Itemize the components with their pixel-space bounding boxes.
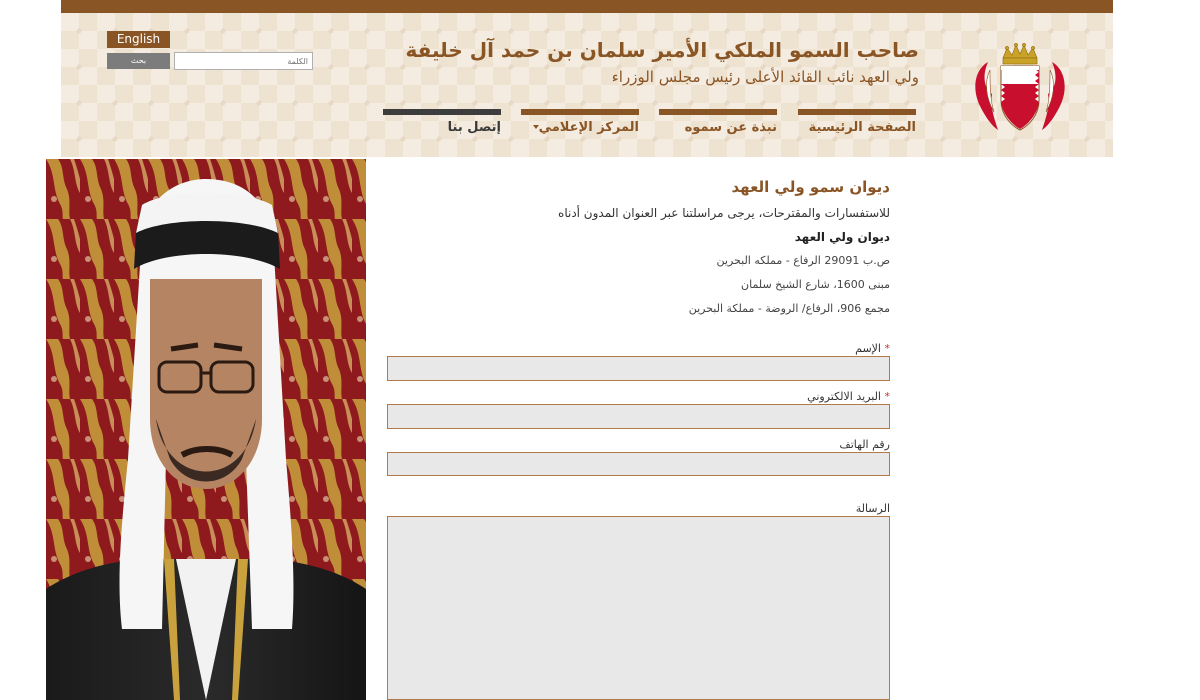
nav-media-center[interactable]: المركز الإعلامي xyxy=(521,109,639,141)
message-label: الرسالة xyxy=(856,502,890,515)
search-button[interactable]: بحث xyxy=(107,53,170,69)
contact-block: مجمع 906، الرفاع/ الروضة - مملكة البحرين xyxy=(688,302,890,315)
nav-about[interactable]: نبذة عن سموه xyxy=(659,109,777,141)
english-language-button[interactable]: English xyxy=(107,31,170,48)
page-title: صاحب السمو الملكي الأمير سلمان بن حمد آل… xyxy=(405,38,919,62)
nav-bar xyxy=(798,109,916,115)
nav-media-center-label: المركز الإعلامي xyxy=(538,120,639,135)
email-label-text: البريد الالكتروني xyxy=(807,390,881,403)
message-textarea[interactable] xyxy=(387,516,890,700)
contact-heading: ديوان سمو ولي العهد xyxy=(731,178,891,196)
nav-home[interactable]: الصفحة الرئيسية xyxy=(798,109,916,141)
page-subtitle: ولي العهد نائب القائد الأعلى رئيس مجلس ا… xyxy=(611,68,919,86)
phone-field[interactable] xyxy=(387,452,890,476)
required-marker: * xyxy=(884,390,891,403)
portrait-photo xyxy=(46,159,366,700)
contact-po-box: ص.ب 29091 الرفاع - مملكه البحرين xyxy=(716,254,890,267)
name-label-text: الإسم xyxy=(855,342,881,355)
nav-about-label: نبذة عن سموه xyxy=(684,120,777,135)
contact-office-name: ديوان ولي العهد xyxy=(794,230,890,244)
name-field[interactable] xyxy=(387,356,890,381)
message-label-text: الرسالة xyxy=(855,502,890,515)
contact-building: مبنى 1600، شارع الشيخ سلمان xyxy=(741,278,890,291)
name-label: * الإسم xyxy=(855,342,890,355)
chevron-down-icon xyxy=(533,125,539,129)
nav-bar xyxy=(659,109,777,115)
nav-contact[interactable]: إتصل بنا xyxy=(383,109,501,141)
required-marker: * xyxy=(884,342,891,355)
contact-intro: للاستفسارات والمقترحات، يرجى مراسلتنا عب… xyxy=(558,206,890,220)
nav-home-label: الصفحة الرئيسية xyxy=(808,120,916,135)
phone-label-text: رقم الهاتف xyxy=(839,438,890,451)
nav-bar xyxy=(521,109,639,115)
email-field[interactable] xyxy=(387,404,890,429)
email-label: * البريد الالكتروني xyxy=(807,390,890,403)
nav-contact-label: إتصل بنا xyxy=(447,120,501,135)
phone-label: رقم الهاتف xyxy=(839,438,890,451)
top-accent-bar xyxy=(61,0,1113,13)
bahrain-coat-of-arms-icon[interactable] xyxy=(970,40,1070,135)
nav-bar-active xyxy=(383,109,501,115)
search-input[interactable] xyxy=(174,52,313,70)
